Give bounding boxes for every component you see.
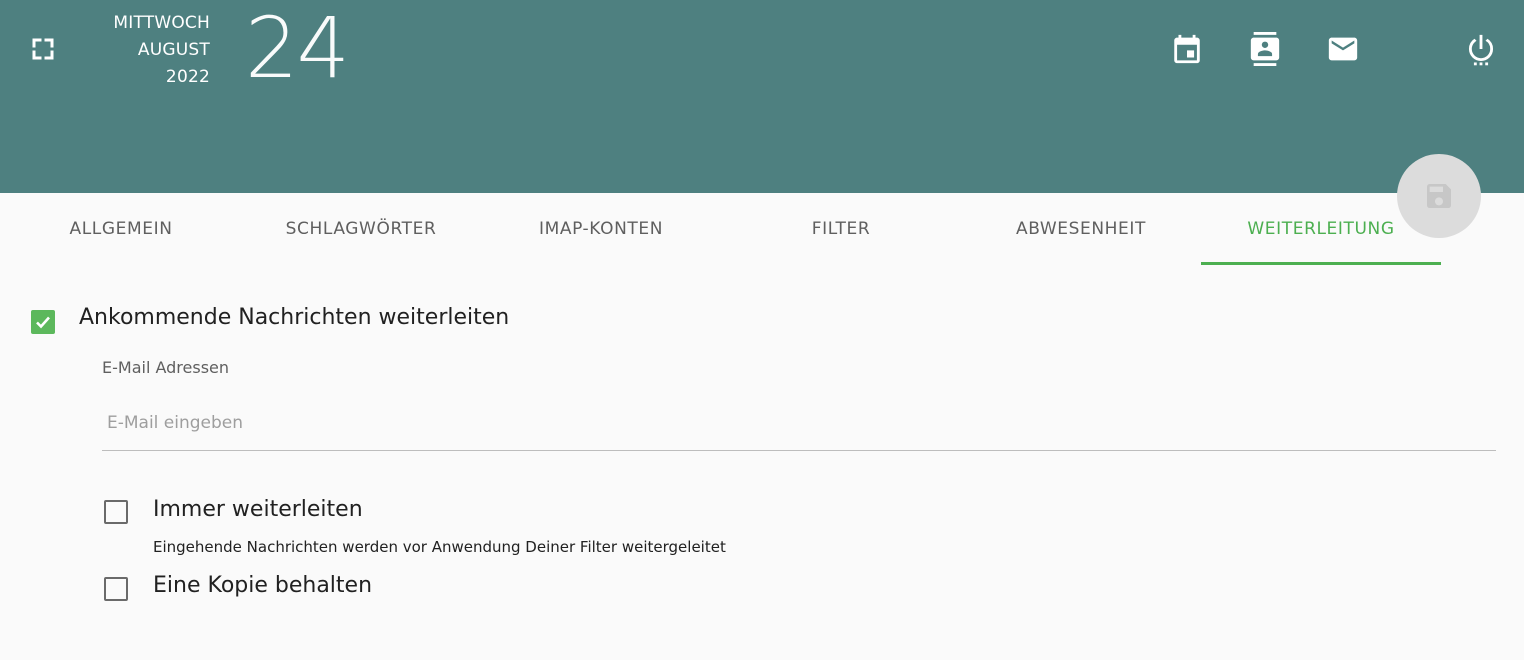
always-forward-checkbox[interactable]	[104, 500, 128, 524]
always-forward-label[interactable]: Immer weiterleiten	[153, 495, 363, 525]
tab-filter[interactable]: FILTER	[721, 193, 961, 265]
day-number: 24	[245, 0, 350, 97]
tab-allgemein[interactable]: ALLGEMEIN	[1, 193, 241, 265]
forward-enable-label[interactable]: Ankommende Nachrichten weiterleiten	[79, 303, 509, 333]
save-icon	[1427, 184, 1451, 208]
top-header: MITTWOCH AUGUST 2022 24	[0, 0, 1524, 193]
year-label: 2022	[165, 67, 210, 87]
power-icon[interactable]	[1464, 32, 1498, 66]
month-label: AUGUST	[137, 40, 210, 60]
email-addresses-label: E-Mail Adressen	[102, 358, 230, 377]
checkmark-icon	[36, 316, 50, 329]
settings-tabs: ALLGEMEIN SCHLAGWÖRTER IMAP-KONTEN FILTE…	[1, 193, 1441, 265]
keep-copy-checkbox[interactable]	[104, 577, 128, 601]
email-address-input[interactable]	[102, 395, 1496, 451]
tab-abwesenheit[interactable]: ABWESENHEIT	[961, 193, 1201, 265]
date-words: MITTWOCH AUGUST 2022	[80, 10, 210, 91]
tab-imap-konten[interactable]: IMAP-KONTEN	[481, 193, 721, 265]
keep-copy-label[interactable]: Eine Kopie behalten	[153, 571, 372, 601]
contacts-icon[interactable]	[1248, 32, 1282, 66]
save-button[interactable]	[1397, 154, 1481, 238]
forward-enable-checkbox[interactable]	[31, 310, 55, 334]
calendar-icon[interactable]	[1170, 32, 1204, 66]
tab-schlagwoerter[interactable]: SCHLAGWÖRTER	[241, 193, 481, 265]
preferences-screen: MITTWOCH AUGUST 2022 24 ALLGEMEIN SCHLAG…	[0, 0, 1524, 660]
weekday-label: MITTWOCH	[113, 13, 210, 33]
always-forward-description: Eingehende Nachrichten werden vor Anwend…	[153, 538, 726, 556]
mail-icon[interactable]	[1326, 32, 1360, 66]
fullscreen-icon[interactable]	[32, 38, 54, 60]
